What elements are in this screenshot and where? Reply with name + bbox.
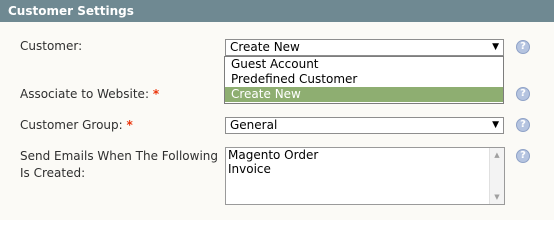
scroll-down-icon[interactable]: ▼	[490, 191, 504, 203]
section-title: Customer Settings	[8, 4, 134, 18]
multiselect-scrollbar[interactable]: ▲ ▼	[489, 148, 504, 204]
group-label-text: Customer Group:	[20, 118, 123, 132]
website-label: Associate to Website: *	[20, 86, 159, 103]
send-emails-label-line1: Send Emails When The Following	[20, 149, 218, 163]
chevron-down-icon: ▼	[492, 42, 499, 52]
customer-dropdown: Guest Account Predefined Customer Create…	[224, 56, 504, 104]
chevron-down-icon: ▼	[492, 120, 499, 130]
section-header: Customer Settings	[0, 0, 554, 22]
customer-label: Customer:	[20, 39, 83, 53]
send-emails-label: Send Emails When The Following Is Create…	[20, 148, 218, 182]
help-icon[interactable]: ?	[516, 149, 530, 163]
scroll-up-icon[interactable]: ▲	[490, 149, 504, 161]
multiselect-option-invoice[interactable]: Invoice	[226, 162, 504, 176]
send-emails-label-line2: Is Created:	[20, 166, 86, 180]
help-icon[interactable]: ?	[516, 118, 530, 132]
customer-group-value: General	[230, 118, 278, 132]
customer-select-value: Create New	[230, 40, 300, 54]
dropdown-option-predefined[interactable]: Predefined Customer	[225, 72, 503, 87]
send-emails-multiselect[interactable]: Magento Order Invoice ▲ ▼	[225, 147, 505, 205]
dropdown-option-guest[interactable]: Guest Account	[225, 57, 503, 72]
help-icon[interactable]: ?	[516, 87, 530, 101]
customer-select[interactable]: Create New ▼	[225, 39, 504, 56]
website-label-text: Associate to Website:	[20, 87, 149, 101]
multiselect-option-order[interactable]: Magento Order	[226, 148, 504, 162]
required-marker: *	[126, 118, 133, 132]
group-label: Customer Group: *	[20, 117, 133, 134]
help-icon[interactable]: ?	[516, 40, 530, 54]
required-marker: *	[152, 87, 160, 101]
dropdown-option-create-new[interactable]: Create New	[225, 87, 503, 102]
customer-group-select[interactable]: General ▼	[225, 117, 504, 134]
